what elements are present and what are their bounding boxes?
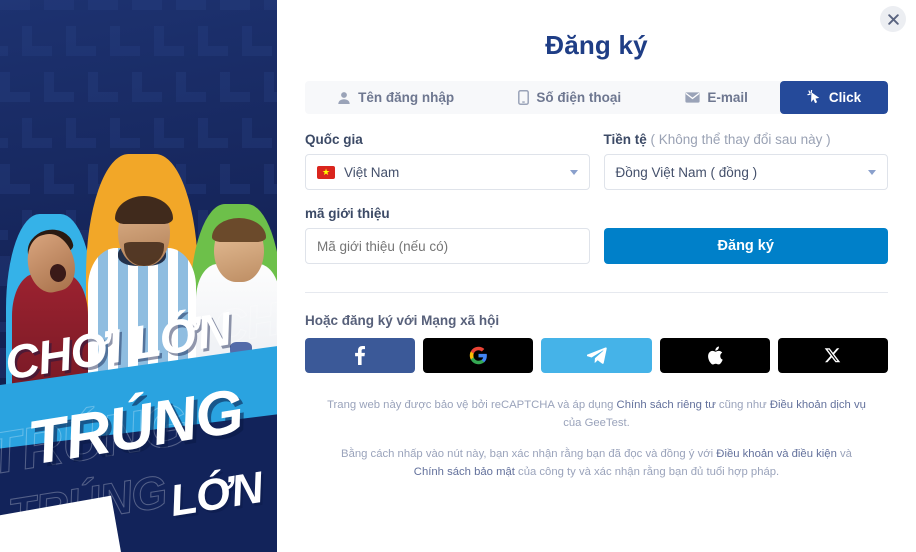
social-login-x[interactable] bbox=[777, 338, 889, 373]
registration-panel: Đăng ký Tên đăng nhập Số điện thoại E-ma… bbox=[277, 0, 916, 552]
currency-select[interactable]: Đồng Việt Nam ( đồng ) bbox=[603, 154, 888, 190]
facebook-icon bbox=[355, 346, 366, 365]
legal-terms-part-1: Bằng cách nhấp vào nút này, bạn xác nhận… bbox=[341, 448, 717, 460]
tab-click-label: Click bbox=[828, 90, 862, 105]
promo-banner: 7 10 CH TRÚNG TRÚNG CHƠI LỚN TRÚNG LỚN bbox=[0, 0, 277, 552]
country-select[interactable]: ★ Việt Nam bbox=[305, 154, 590, 190]
social-login-row bbox=[305, 338, 889, 373]
apple-icon bbox=[707, 346, 723, 365]
referral-label: mã giới thiệu bbox=[305, 206, 390, 221]
tab-phone-label: Số điện thoại bbox=[536, 90, 622, 105]
social-login-telegram[interactable] bbox=[541, 338, 652, 373]
terms-conditions-link[interactable]: Điều khoản và điều kiện bbox=[716, 448, 837, 460]
tab-phone[interactable]: Số điện thoại bbox=[486, 81, 653, 114]
vietnam-flag-icon: ★ bbox=[317, 165, 335, 179]
country-field: Quốc gia ★ Việt Nam bbox=[305, 132, 590, 190]
legal-recaptcha-part-2: cũng như bbox=[715, 399, 770, 411]
tab-email[interactable]: E-mail bbox=[653, 81, 780, 114]
legal-recaptcha-part-3: của GeeTest. bbox=[563, 416, 630, 429]
country-value: Việt Nam bbox=[344, 164, 400, 180]
page-title: Đăng ký bbox=[545, 30, 648, 60]
referral-field: mã giới thiệu bbox=[305, 206, 590, 264]
section-divider bbox=[305, 292, 888, 293]
tab-username[interactable]: Tên đăng nhập bbox=[305, 81, 486, 114]
envelope-icon bbox=[685, 92, 700, 103]
phone-icon bbox=[518, 90, 530, 105]
social-login-apple[interactable] bbox=[659, 338, 770, 373]
privacy-policy-link-2[interactable]: Chính sách bảo mật bbox=[414, 466, 515, 478]
social-login-facebook[interactable] bbox=[305, 338, 416, 373]
currency-label-strong: Tiền tệ bbox=[603, 132, 647, 147]
currency-label: Tiền tệ ( Không thể thay đổi sau này ) bbox=[604, 132, 889, 147]
currency-value: Đồng Việt Nam ( đồng ) bbox=[615, 164, 758, 180]
cursor-click-icon bbox=[807, 90, 822, 105]
tab-click[interactable]: Click bbox=[779, 81, 888, 114]
country-label: Quốc gia bbox=[305, 132, 363, 147]
legal-recaptcha-text: Trang web này được bảo vệ bởi reCAPTCHA … bbox=[305, 397, 888, 432]
close-icon bbox=[887, 13, 899, 25]
legal-terms-part-2: và bbox=[836, 448, 852, 460]
registration-modal: 7 10 CH TRÚNG TRÚNG CHƠI LỚN TRÚNG LỚN bbox=[0, 0, 916, 552]
telegram-icon bbox=[586, 346, 607, 365]
user-icon bbox=[337, 91, 351, 105]
referral-submit-row: mã giới thiệu Đăng ký bbox=[305, 206, 888, 264]
close-button[interactable] bbox=[880, 6, 906, 32]
country-currency-row: Quốc gia ★ Việt Nam Tiền tệ ( Không thể … bbox=[305, 132, 888, 190]
social-login-google[interactable] bbox=[423, 338, 534, 373]
chevron-down-icon bbox=[868, 169, 876, 175]
social-section-title: Hoặc đăng ký với Mạng xã hội bbox=[305, 313, 500, 328]
registration-method-tabs: Tên đăng nhập Số điện thoại E-mail Click bbox=[305, 81, 888, 114]
x-twitter-icon bbox=[824, 347, 841, 364]
tab-username-label: Tên đăng nhập bbox=[358, 90, 455, 105]
currency-field: Tiền tệ ( Không thể thay đổi sau này ) Đ… bbox=[603, 132, 889, 190]
legal-terms-part-3: của công ty và xác nhận rằng bạn đủ tuổi… bbox=[514, 465, 780, 478]
submit-register-button[interactable]: Đăng ký bbox=[603, 228, 888, 264]
legal-terms-text: Bằng cách nhấp vào nút này, bạn xác nhận… bbox=[305, 446, 888, 481]
chevron-down-icon bbox=[569, 169, 578, 175]
google-icon bbox=[469, 346, 488, 365]
tab-email-label: E-mail bbox=[707, 90, 748, 105]
privacy-policy-link[interactable]: Chính sách riêng tư bbox=[617, 399, 716, 411]
legal-recaptcha-part-1: Trang web này được bảo vệ bởi reCAPTCHA … bbox=[327, 399, 617, 411]
terms-of-service-link[interactable]: Điều khoản dịch vụ bbox=[770, 399, 866, 411]
referral-input[interactable] bbox=[305, 228, 590, 264]
currency-label-note: ( Không thể thay đổi sau này ) bbox=[650, 132, 831, 147]
